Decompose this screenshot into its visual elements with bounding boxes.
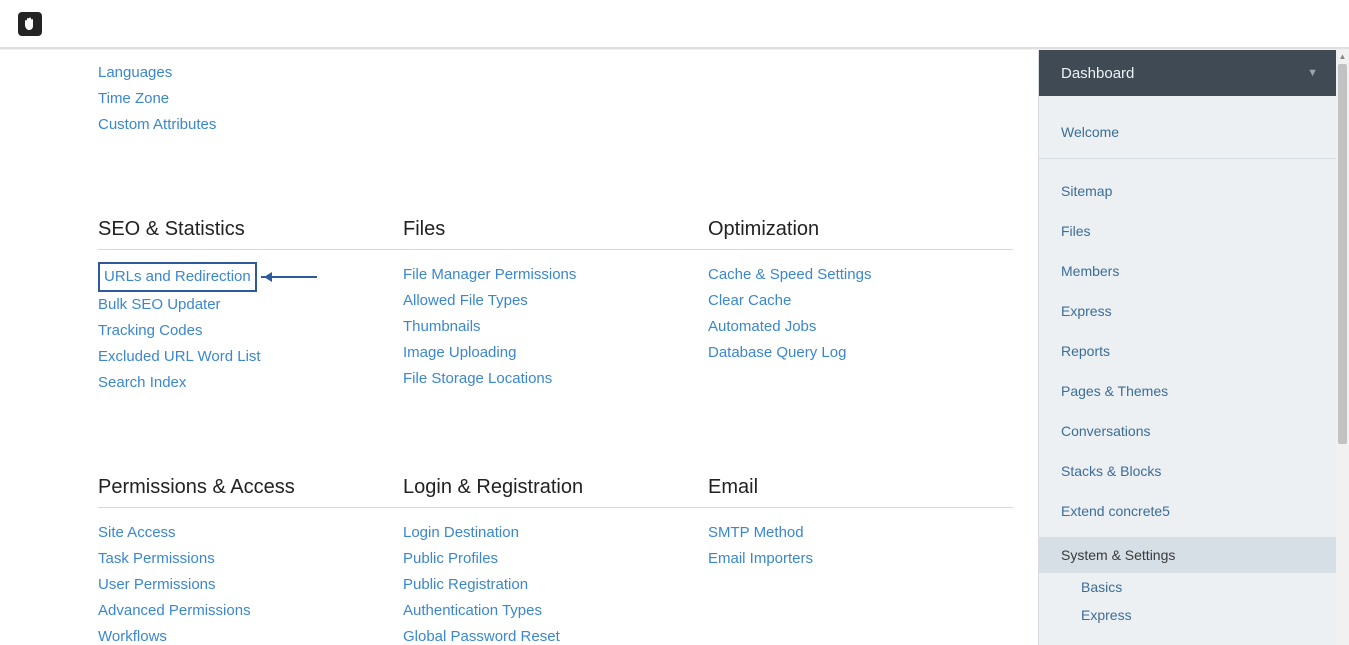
link-languages[interactable]: Languages	[98, 60, 1035, 86]
section-title-seo: SEO & Statistics	[98, 218, 403, 250]
sidebar-item-pages-themes[interactable]: Pages & Themes	[1039, 371, 1336, 411]
concrete5-logo[interactable]	[18, 12, 42, 36]
sections-row-1: SEO & Statistics URLs and Redirection Bu…	[0, 138, 1035, 396]
link-advanced-permissions[interactable]: Advanced Permissions	[98, 598, 403, 624]
sidebar-item-extend-concrete5[interactable]: Extend concrete5	[1039, 491, 1336, 531]
main-content: Languages Time Zone Custom Attributes SE…	[0, 50, 1035, 645]
section-permissions-access: Permissions & Access Site Access Task Pe…	[98, 476, 403, 645]
chevron-down-icon: ▼	[1307, 67, 1318, 79]
prelinks-list: Languages Time Zone Custom Attributes	[0, 50, 1035, 138]
scrollbar-track[interactable]: ▲	[1336, 50, 1349, 645]
link-public-registration[interactable]: Public Registration	[403, 572, 708, 598]
scrollbar-thumb[interactable]	[1338, 64, 1347, 444]
link-bulk-seo-updater[interactable]: Bulk SEO Updater	[98, 292, 403, 318]
link-database-query-log[interactable]: Database Query Log	[708, 340, 1013, 366]
sidebar-welcome-label: Welcome	[1061, 124, 1119, 140]
section-files: Files File Manager Permissions Allowed F…	[403, 218, 708, 396]
link-public-profiles[interactable]: Public Profiles	[403, 546, 708, 572]
link-smtp-method[interactable]: SMTP Method	[708, 520, 1013, 546]
sidebar-item-express[interactable]: Express	[1039, 291, 1336, 331]
section-title-files: Files	[403, 218, 708, 250]
link-login-destination[interactable]: Login Destination	[403, 520, 708, 546]
sidebar-item-files[interactable]: Files	[1039, 211, 1336, 251]
section-title-optimization: Optimization	[708, 218, 1013, 250]
top-bar	[0, 0, 1349, 48]
section-title-permissions: Permissions & Access	[98, 476, 403, 508]
link-automated-jobs[interactable]: Automated Jobs	[708, 314, 1013, 340]
section-login-registration: Login & Registration Login Destination P…	[403, 476, 708, 645]
section-email: Email SMTP Method Email Importers	[708, 476, 1013, 645]
sidebar-subitem-express[interactable]: Express	[1039, 601, 1336, 629]
link-email-importers[interactable]: Email Importers	[708, 546, 1013, 572]
link-task-permissions[interactable]: Task Permissions	[98, 546, 403, 572]
section-title-login: Login & Registration	[403, 476, 708, 508]
sections-row-2: Permissions & Access Site Access Task Pe…	[0, 396, 1035, 645]
link-custom-attributes[interactable]: Custom Attributes	[98, 112, 1035, 138]
link-allowed-file-types[interactable]: Allowed File Types	[403, 288, 708, 314]
link-image-uploading[interactable]: Image Uploading	[403, 340, 708, 366]
link-list-files: File Manager Permissions Allowed File Ty…	[403, 262, 708, 392]
section-optimization: Optimization Cache & Speed Settings Clea…	[708, 218, 1013, 396]
hand-icon	[22, 16, 38, 32]
sidebar-item-system-settings[interactable]: System & Settings	[1039, 537, 1336, 573]
dashboard-sidebar: Dashboard ▼ Welcome Sitemap Files Member…	[1038, 50, 1336, 645]
link-file-storage-locations[interactable]: File Storage Locations	[403, 366, 708, 392]
link-cache-speed-settings[interactable]: Cache & Speed Settings	[708, 262, 1013, 288]
scroll-up-arrow-icon[interactable]: ▲	[1336, 50, 1349, 62]
sidebar-item-stacks-blocks[interactable]: Stacks & Blocks	[1039, 451, 1336, 491]
link-list-login: Login Destination Public Profiles Public…	[403, 520, 708, 645]
link-list-email: SMTP Method Email Importers	[708, 520, 1013, 572]
section-title-email: Email	[708, 476, 1013, 508]
sidebar-item-sitemap[interactable]: Sitemap	[1039, 171, 1336, 211]
link-thumbnails[interactable]: Thumbnails	[403, 314, 708, 340]
link-file-manager-permissions[interactable]: File Manager Permissions	[403, 262, 708, 288]
sidebar-header[interactable]: Dashboard ▼	[1039, 50, 1336, 96]
sidebar-subitem-basics[interactable]: Basics	[1039, 573, 1336, 601]
link-search-index[interactable]: Search Index	[98, 370, 403, 396]
sidebar-item-reports[interactable]: Reports	[1039, 331, 1336, 371]
link-list-optimization: Cache & Speed Settings Clear Cache Autom…	[708, 262, 1013, 366]
sidebar-item-conversations[interactable]: Conversations	[1039, 411, 1336, 451]
link-tracking-codes[interactable]: Tracking Codes	[98, 318, 403, 344]
highlight-arrow	[261, 276, 317, 278]
sidebar-item-members[interactable]: Members	[1039, 251, 1336, 291]
link-time-zone[interactable]: Time Zone	[98, 86, 1035, 112]
link-workflows[interactable]: Workflows	[98, 624, 403, 645]
link-urls-and-redirection[interactable]: URLs and Redirection	[98, 262, 257, 292]
sidebar-header-label: Dashboard	[1061, 65, 1134, 82]
link-authentication-types[interactable]: Authentication Types	[403, 598, 708, 624]
link-list-permissions: Site Access Task Permissions User Permis…	[98, 520, 403, 645]
link-site-access[interactable]: Site Access	[98, 520, 403, 546]
link-list-seo: URLs and Redirection Bulk SEO Updater Tr…	[98, 262, 403, 396]
link-clear-cache[interactable]: Clear Cache	[708, 288, 1013, 314]
sidebar-nav: Sitemap Files Members Express Reports Pa…	[1039, 159, 1336, 629]
sidebar-welcome[interactable]: Welcome	[1039, 96, 1336, 159]
section-seo-statistics: SEO & Statistics URLs and Redirection Bu…	[98, 218, 403, 396]
link-global-password-reset[interactable]: Global Password Reset	[403, 624, 708, 645]
link-user-permissions[interactable]: User Permissions	[98, 572, 403, 598]
link-excluded-url-word-list[interactable]: Excluded URL Word List	[98, 344, 403, 370]
